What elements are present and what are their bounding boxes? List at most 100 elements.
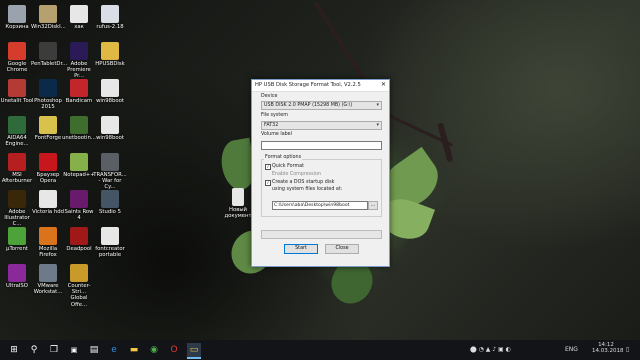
desktop-icon-label: AIDA64 Engine... bbox=[5, 135, 29, 148]
desktop-icon[interactable]: VMware Workstat... bbox=[31, 262, 65, 302]
store-icon[interactable]: ▣ bbox=[67, 343, 81, 357]
desktop-icon[interactable]: win98boot bbox=[93, 114, 127, 154]
chrome-icon[interactable]: ◉ bbox=[147, 343, 161, 357]
desktop-icon[interactable]: Mozilla Firefox bbox=[31, 225, 65, 265]
desktop-icon[interactable]: Victoria hdd bbox=[31, 188, 65, 228]
desktop-icon[interactable]: MSI Afterburner bbox=[0, 151, 34, 191]
game-icon bbox=[70, 190, 88, 208]
desktop-icon[interactable]: Adobe Premiere Pr... bbox=[62, 40, 96, 80]
disk-imager-icon bbox=[39, 5, 57, 23]
dos-startup-label: Create a DOS startup disk bbox=[272, 180, 335, 185]
desktop-icon-label: UltraISO bbox=[6, 283, 28, 289]
quick-format-checkbox[interactable]: ✓ bbox=[265, 164, 271, 170]
usb-format-icon bbox=[101, 42, 119, 60]
close-icon[interactable]: ✕ bbox=[381, 81, 386, 88]
desktop-icon-label: Saints Row 4 bbox=[64, 209, 94, 222]
clock-date: 14.03.2018 bbox=[592, 348, 624, 354]
format-options-label: Format options bbox=[264, 155, 303, 160]
dos-startup-checkbox[interactable]: ✓ bbox=[265, 180, 271, 186]
device-value: USB DISK 2.0 PMAP (15298 MB) (G:\) bbox=[264, 102, 353, 108]
desktop-icon[interactable]: Counter-Stri... Global Offe... bbox=[62, 262, 96, 308]
desktop-icon[interactable]: Saints Row 4 bbox=[62, 188, 96, 228]
document-icon bbox=[232, 188, 244, 206]
opera-icon[interactable]: O bbox=[167, 343, 181, 357]
file-explorer-icon[interactable]: ▬ bbox=[127, 343, 141, 357]
window-titlebar[interactable]: HP USB Disk Storage Format Tool, V2.2.5 … bbox=[252, 80, 389, 92]
system-files-path-value: C:\Users\aba\Desktop\win98boot bbox=[274, 202, 350, 208]
chevron-down-icon: ▾ bbox=[376, 122, 379, 128]
desktop-icon[interactable]: Google Chrome bbox=[0, 40, 34, 80]
desktop-icon[interactable]: PenTabletDr... bbox=[31, 40, 67, 80]
device-select[interactable]: USB DISK 2.0 PMAP (15298 MB) (G:\) ▾ bbox=[261, 101, 382, 110]
edge-icon[interactable]: e bbox=[107, 343, 121, 357]
system-files-path-input[interactable]: C:\Users\aba\Desktop\win98boot bbox=[272, 201, 368, 210]
desktop-icon[interactable]: fontcreator portable bbox=[93, 225, 127, 265]
file-icon bbox=[70, 5, 88, 23]
progress-bar bbox=[261, 230, 382, 239]
desktop-icon-label: win98boot bbox=[96, 98, 124, 104]
language-indicator[interactable]: ENG bbox=[565, 346, 578, 353]
desktop-icon[interactable]: Deadpool bbox=[62, 225, 96, 265]
tray-icons[interactable]: ⬤ ◔ ▲ ♪ ▣ ◐ bbox=[470, 346, 511, 353]
studio-icon bbox=[101, 190, 119, 208]
format-tool-window[interactable]: HP USB Disk Storage Format Tool, V2.2.5 … bbox=[251, 79, 390, 267]
task-view-icon[interactable]: ❐ bbox=[47, 343, 61, 357]
file-icon bbox=[101, 227, 119, 245]
volume-label-input[interactable] bbox=[261, 141, 382, 150]
desktop-icon[interactable]: µTorrent bbox=[0, 225, 34, 265]
desktop-icon[interactable]: Notepad++ bbox=[62, 151, 96, 191]
desktop-icon[interactable]: Браузер Opera bbox=[31, 151, 65, 191]
desktop-icon[interactable]: HPUSBDisk bbox=[93, 40, 127, 80]
start-button[interactable]: Start bbox=[284, 244, 318, 254]
file-system-select[interactable]: FAT32 ▾ bbox=[261, 121, 382, 130]
desktop-icon[interactable]: win98boot bbox=[93, 77, 127, 117]
browse-button[interactable]: ... bbox=[368, 201, 378, 210]
desktop-icon-label: Studio 5 bbox=[99, 209, 121, 215]
desktop-icon[interactable]: TRANSFOR... - War for Cy... bbox=[93, 151, 127, 191]
desktop-icon-label: win98boot bbox=[96, 135, 124, 141]
start-menu-icon[interactable]: ⊞ bbox=[7, 343, 21, 357]
desktop-icon[interactable]: UltraISO bbox=[0, 262, 34, 302]
notifications-icon[interactable]: ▯ bbox=[626, 346, 629, 353]
firefox-icon bbox=[39, 227, 57, 245]
usb-icon bbox=[101, 5, 119, 23]
device-label: Device bbox=[261, 94, 278, 99]
desktop-icon-label: unetbootin... bbox=[62, 135, 96, 141]
desktop-icon[interactable]: unetbootin... bbox=[62, 114, 96, 154]
shopping-bag-icon[interactable]: ▤ bbox=[87, 343, 101, 357]
desktop-icon-new-document[interactable]: Новый документ bbox=[221, 186, 255, 226]
desktop-icon[interactable]: хак bbox=[62, 3, 96, 43]
msi-icon bbox=[8, 153, 26, 171]
game-icon bbox=[70, 227, 88, 245]
desktop-icon-label: Counter-Stri... Global Offe... bbox=[67, 283, 91, 308]
unetbootin-icon bbox=[70, 116, 88, 134]
desktop-icon[interactable]: Win32DiskI... bbox=[31, 3, 66, 43]
desktop-icon[interactable]: Unetalit Tool bbox=[0, 77, 34, 117]
desktop-icon[interactable]: FontForge bbox=[31, 114, 65, 154]
desktop-icon[interactable]: Корзина bbox=[0, 3, 34, 43]
format-tool-taskbar-icon[interactable]: ▭ bbox=[187, 343, 201, 359]
vmware-icon bbox=[39, 264, 57, 282]
ultraiso-icon bbox=[8, 264, 26, 282]
desktop-icon-label: HPUSBDisk bbox=[95, 61, 125, 67]
search-icon[interactable]: ⚲ bbox=[27, 343, 41, 357]
clock[interactable]: 14:12 14.03.2018 bbox=[592, 342, 624, 354]
desktop-icon-label: VMware Workstat... bbox=[33, 283, 63, 296]
Pr-icon bbox=[70, 42, 88, 60]
desktop-icon-label: Win32DiskI... bbox=[31, 24, 66, 30]
utorrent-icon bbox=[8, 227, 26, 245]
tablet-icon bbox=[39, 42, 57, 60]
desktop-icon[interactable]: Photoshop 2015 bbox=[31, 77, 65, 117]
desktop-icon[interactable]: Bandicam bbox=[62, 77, 96, 117]
desktop-icon-label: хак bbox=[74, 24, 84, 30]
desktop-icon[interactable]: Studio 5 bbox=[93, 188, 127, 228]
desktop-icon-label: rufus-2.18 bbox=[96, 24, 124, 30]
desktop-icon[interactable]: Adobe Illustrator C... bbox=[0, 188, 34, 228]
close-button[interactable]: Close bbox=[325, 244, 359, 254]
bandicam-icon bbox=[70, 79, 88, 97]
Ps-icon bbox=[39, 79, 57, 97]
file-system-value: FAT32 bbox=[264, 122, 279, 128]
tool-icon bbox=[8, 79, 26, 97]
desktop-icon[interactable]: AIDA64 Engine... bbox=[0, 114, 34, 154]
desktop-icon[interactable]: rufus-2.18 bbox=[93, 3, 127, 43]
